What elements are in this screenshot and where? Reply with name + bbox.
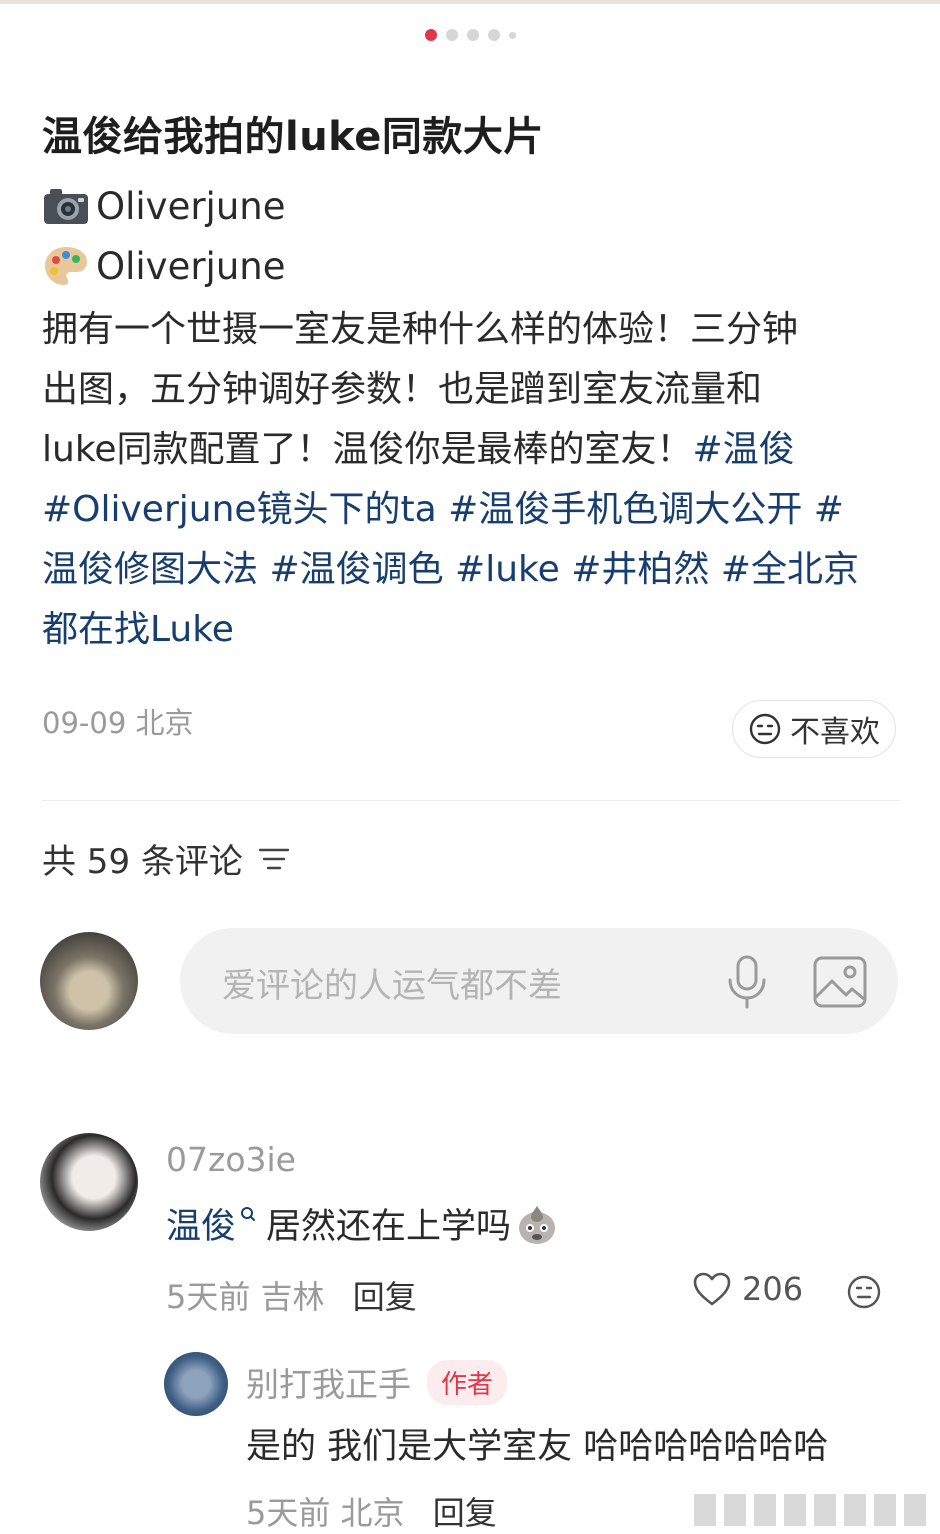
post-title: 温俊给我拍的luke同款大片	[42, 114, 544, 160]
carousel-indicator[interactable]	[0, 28, 940, 42]
carousel-dot[interactable]	[445, 29, 458, 41]
heart-icon[interactable]	[692, 1271, 732, 1307]
post-date-location: 09-09 北京	[42, 706, 194, 740]
post-body-text: 拥有一个世摄一室友是种什么样的体验！三分钟	[42, 309, 799, 350]
carousel-dot[interactable]	[508, 31, 516, 39]
carousel-dot[interactable]	[466, 29, 479, 41]
like-button[interactable]: 206	[692, 1270, 803, 1308]
neutral-face-icon	[749, 713, 781, 745]
sweat-emoji-icon	[519, 1205, 556, 1244]
commenter-name[interactable]: 07zo3ie	[166, 1140, 296, 1179]
comment-time-location: 5天前 吉林	[166, 1278, 325, 1316]
hashtag-link[interactable]: #温俊	[693, 429, 795, 470]
author-badge: 作者	[427, 1359, 508, 1405]
reply-username[interactable]: 别打我正手	[246, 1358, 411, 1406]
reply-text: 是的 我们是大学室友 哈哈哈哈哈哈哈	[246, 1427, 829, 1467]
dislike-button[interactable]: 不喜欢	[732, 700, 896, 758]
comment-count: 共 59 条评论	[42, 842, 243, 882]
image-icon[interactable]	[812, 955, 868, 1009]
microphone-icon[interactable]	[722, 954, 772, 1010]
reply-time-location: 5天前 北京	[246, 1494, 405, 1532]
watermark	[694, 1494, 934, 1526]
carousel-dot-active[interactable]	[424, 29, 437, 41]
commenter-avatar[interactable]	[40, 1133, 138, 1231]
hashtag-link[interactable]: 温俊修图大法 #温俊调色 #luke #井柏然 #全北京	[42, 549, 859, 590]
post-body-line: 都在找Luke	[42, 600, 906, 660]
reply-reply-button[interactable]: 回复	[433, 1494, 497, 1532]
post-body-line: 温俊修图大法 #温俊调色 #luke #井柏然 #全北京	[42, 540, 906, 600]
top-image-edge	[0, 0, 940, 4]
camera-icon	[44, 189, 88, 224]
reply-button[interactable]: 回复	[353, 1278, 417, 1316]
photo-credit: Oliverjune	[42, 184, 286, 228]
post-body-line: luke同款配置了！温俊你是最棒的室友！#温俊	[42, 420, 906, 480]
post-body-line: 出图，五分钟调好参数！也是蹭到室友流量和	[42, 360, 906, 420]
comment-meta: 5天前 吉林 回复	[166, 1272, 417, 1318]
post-body: 拥有一个世摄一室友是种什么样的体验！三分钟 出图，五分钟调好参数！也是蹭到室友流量…	[42, 300, 906, 660]
comments-header: 共 59 条评论	[42, 834, 291, 883]
photo-credit-name: Oliverjune	[96, 184, 286, 228]
carousel-dot[interactable]	[487, 29, 500, 41]
reply-meta: 5天前 北京 回复	[246, 1488, 497, 1534]
palette-icon	[45, 247, 87, 285]
search-icon[interactable]	[240, 1206, 256, 1222]
my-avatar[interactable]	[40, 932, 138, 1030]
reply-user-row: 别打我正手 作者	[246, 1358, 508, 1406]
reply-avatar[interactable]	[164, 1352, 228, 1416]
comment-text: 温俊 居然还在上学吗	[166, 1198, 559, 1249]
post-body-line: #Oliverjune镜头下的ta #温俊手机色调大公开 #	[42, 480, 906, 540]
hashtag-link[interactable]: #Oliverjune镜头下的ta #温俊手机色调大公开 #	[42, 489, 844, 530]
comment-input-placeholder[interactable]: 爱评论的人运气都不差	[222, 958, 562, 1007]
hashtag-link[interactable]: 都在找Luke	[42, 609, 234, 650]
comment-content: 居然还在上学吗	[266, 1207, 512, 1247]
edit-credit: Oliverjune	[42, 244, 286, 288]
dislike-label: 不喜欢	[790, 715, 880, 750]
search-link[interactable]: 温俊	[166, 1198, 236, 1249]
post-body-line: 拥有一个世摄一室友是种什么样的体验！三分钟	[42, 300, 906, 360]
dislike-face-icon[interactable]	[845, 1273, 883, 1311]
post-body-text: luke同款配置了！温俊你是最棒的室友！	[42, 429, 693, 470]
edit-credit-name: Oliverjune	[96, 244, 286, 288]
post-body-text: 出图，五分钟调好参数！也是蹭到室友流量和	[42, 369, 763, 410]
sort-icon[interactable]	[257, 845, 291, 873]
like-count: 206	[742, 1270, 804, 1308]
divider	[42, 800, 900, 801]
